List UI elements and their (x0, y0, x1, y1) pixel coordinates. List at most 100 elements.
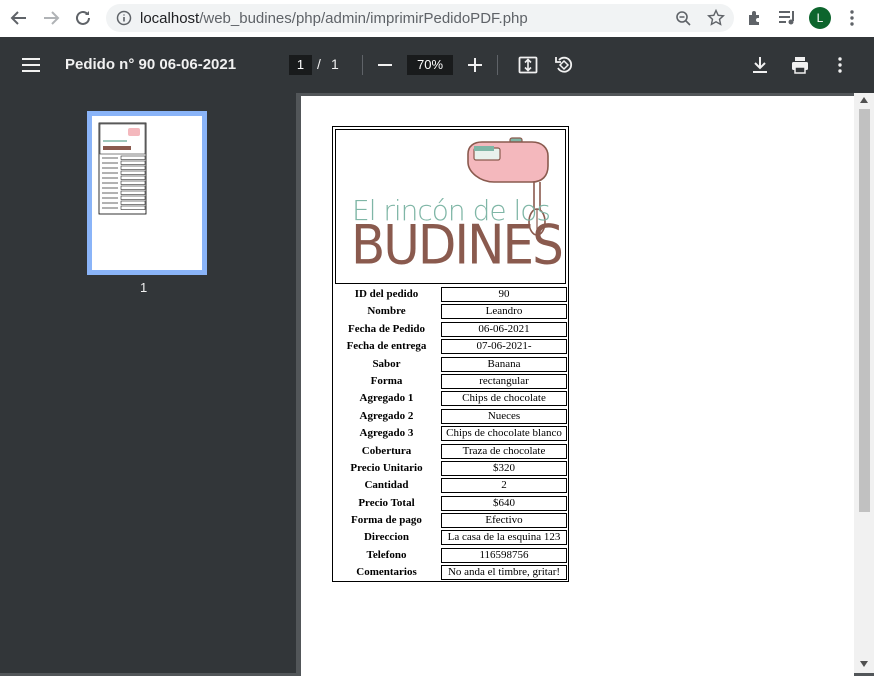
field-value: La casa de la esquina 123 (441, 530, 567, 546)
media-queue-icon[interactable] (778, 9, 798, 27)
table-row: Sabor Banana (335, 356, 568, 373)
zoom-out-button[interactable] (373, 53, 397, 77)
field-label: Agregado 1 (359, 392, 414, 405)
field-label: Fecha de Pedido (348, 322, 425, 335)
vertical-dots-icon (838, 57, 842, 73)
minus-icon (378, 64, 392, 66)
field-label: Direccion (363, 531, 409, 544)
field-value: No anda el timbre, gritar! (441, 565, 567, 581)
table-row: Fecha de Pedido 06-06-2021 (335, 321, 568, 338)
rotate-counterclockwise-icon (555, 56, 573, 73)
field-label: Forma de pago (351, 514, 422, 527)
scrollbar-thumb[interactable] (859, 109, 870, 512)
page-number-input[interactable]: 1 (289, 55, 312, 75)
table-row: Fecha de entrega 07-06-2021- (335, 338, 568, 355)
field-label: Nombre (367, 305, 406, 318)
thumbnail-page-number: 1 (140, 280, 148, 295)
info-icon[interactable] (116, 10, 132, 26)
field-label: Fecha de entrega (346, 340, 427, 353)
field-label: Forma (370, 374, 403, 387)
scroll-up-arrow-icon[interactable] (860, 97, 868, 103)
browser-menu-icon[interactable] (844, 9, 860, 27)
field-value: 07-06-2021- (441, 339, 567, 355)
zoom-in-button[interactable] (463, 53, 487, 77)
table-row: Forma de pago Efectivo (335, 512, 568, 529)
arrow-left-icon (10, 11, 26, 25)
field-label: Comentarios (356, 566, 417, 579)
page-separator: / (317, 56, 321, 72)
sidebar-toggle-button[interactable] (19, 53, 43, 77)
table-row: Telefono 116598756 (335, 547, 568, 564)
logo-wordmark: BUDINES (351, 213, 564, 277)
field-value: $320 (441, 460, 567, 476)
field-label: ID del pedido (354, 288, 419, 300)
zoom-level-input[interactable]: 70% (407, 55, 453, 75)
url-path: /web_budines/php/admin/imprimirPedidoPDF… (199, 10, 528, 27)
table-row: Precio Unitario $320 (335, 460, 568, 477)
more-actions-button[interactable] (828, 53, 852, 77)
field-value: Banana (441, 356, 567, 372)
order-document: El rincón de los BUDINES ID del pedido 90… (332, 126, 569, 582)
profile-avatar[interactable]: L (809, 7, 831, 29)
browser-toolbar: localhost/web_budines/php/admin/imprimir… (0, 0, 874, 37)
scroll-down-arrow-icon[interactable] (860, 661, 868, 667)
forward-button[interactable] (40, 7, 62, 29)
address-bar[interactable]: localhost/web_budines/php/admin/imprimir… (106, 4, 734, 32)
pdf-page: El rincón de los BUDINES ID del pedido 90… (301, 96, 854, 676)
print-button[interactable] (788, 53, 812, 77)
fit-to-page-icon (518, 56, 538, 74)
pdf-viewer[interactable]: El rincón de los BUDINES ID del pedido 90… (296, 93, 874, 676)
order-details-table: ID del pedido 90 Nombre Leandro Fecha de Ped… (335, 286, 568, 582)
star-icon[interactable] (707, 9, 725, 27)
rotate-button[interactable] (552, 53, 576, 77)
extensions-icon[interactable] (746, 9, 764, 27)
table-row: Cobertura Traza de chocolate (335, 443, 568, 460)
field-value: Chips de chocolate (441, 391, 567, 407)
field-label: Precio Total (358, 496, 415, 509)
field-value: Traza de chocolate (441, 443, 567, 459)
reload-icon (76, 10, 90, 25)
thumbnail-page (92, 116, 202, 270)
field-value: Leandro (441, 304, 567, 320)
field-value: Nueces (441, 408, 567, 424)
table-row: Comentarios No anda el timbre, gritar! (335, 564, 568, 581)
toolbar-divider (362, 55, 363, 75)
table-row: Forma rectangular (335, 373, 568, 390)
table-row: Agregado 1 Chips de chocolate (335, 390, 568, 407)
reload-button[interactable] (72, 7, 94, 29)
document-title: Pedido n° 90 06-06-2021 (65, 56, 237, 73)
thumbnail-sidebar: 1 (0, 93, 296, 673)
download-icon (753, 57, 767, 73)
brand-logo: El rincón de los BUDINES (335, 129, 566, 284)
field-label: Agregado 3 (359, 427, 414, 440)
table-row: ID del pedido 90 (335, 286, 568, 303)
table-row: Precio Total $640 (335, 495, 568, 512)
download-button[interactable] (748, 53, 772, 77)
page-thumbnail[interactable] (87, 111, 207, 275)
plus-icon (468, 58, 482, 72)
field-label: Cantidad (364, 479, 409, 492)
page-total: 1 (331, 56, 339, 72)
toolbar-divider (497, 55, 498, 75)
field-value: $640 (441, 495, 567, 511)
table-row: Agregado 3 Chips de chocolate blanco (335, 425, 568, 442)
back-button[interactable] (8, 7, 30, 29)
field-value: 06-06-2021 (441, 321, 567, 337)
table-row: Nombre Leandro (335, 303, 568, 320)
field-value: 116598756 (441, 547, 567, 563)
url-text[interactable]: localhost/web_budines/php/admin/imprimir… (140, 10, 528, 27)
pdf-toolbar: Pedido n° 90 06-06-2021 1 / 1 70% (0, 37, 874, 93)
vertical-scrollbar[interactable] (854, 93, 874, 673)
field-label: Precio Unitario (350, 461, 423, 474)
field-label: Agregado 2 (359, 409, 414, 422)
fit-page-button[interactable] (516, 53, 540, 77)
field-value: 2 (441, 478, 567, 494)
table-row: Direccion La casa de la esquina 123 (335, 529, 568, 546)
arrow-right-icon (44, 11, 60, 25)
field-value: rectangular (441, 373, 567, 389)
zoom-search-icon[interactable] (675, 10, 691, 26)
thumbnail-preview (98, 122, 147, 215)
field-value: Chips de chocolate blanco (441, 426, 567, 442)
field-label: Telefono (366, 548, 407, 561)
table-row: Cantidad 2 (335, 477, 568, 494)
